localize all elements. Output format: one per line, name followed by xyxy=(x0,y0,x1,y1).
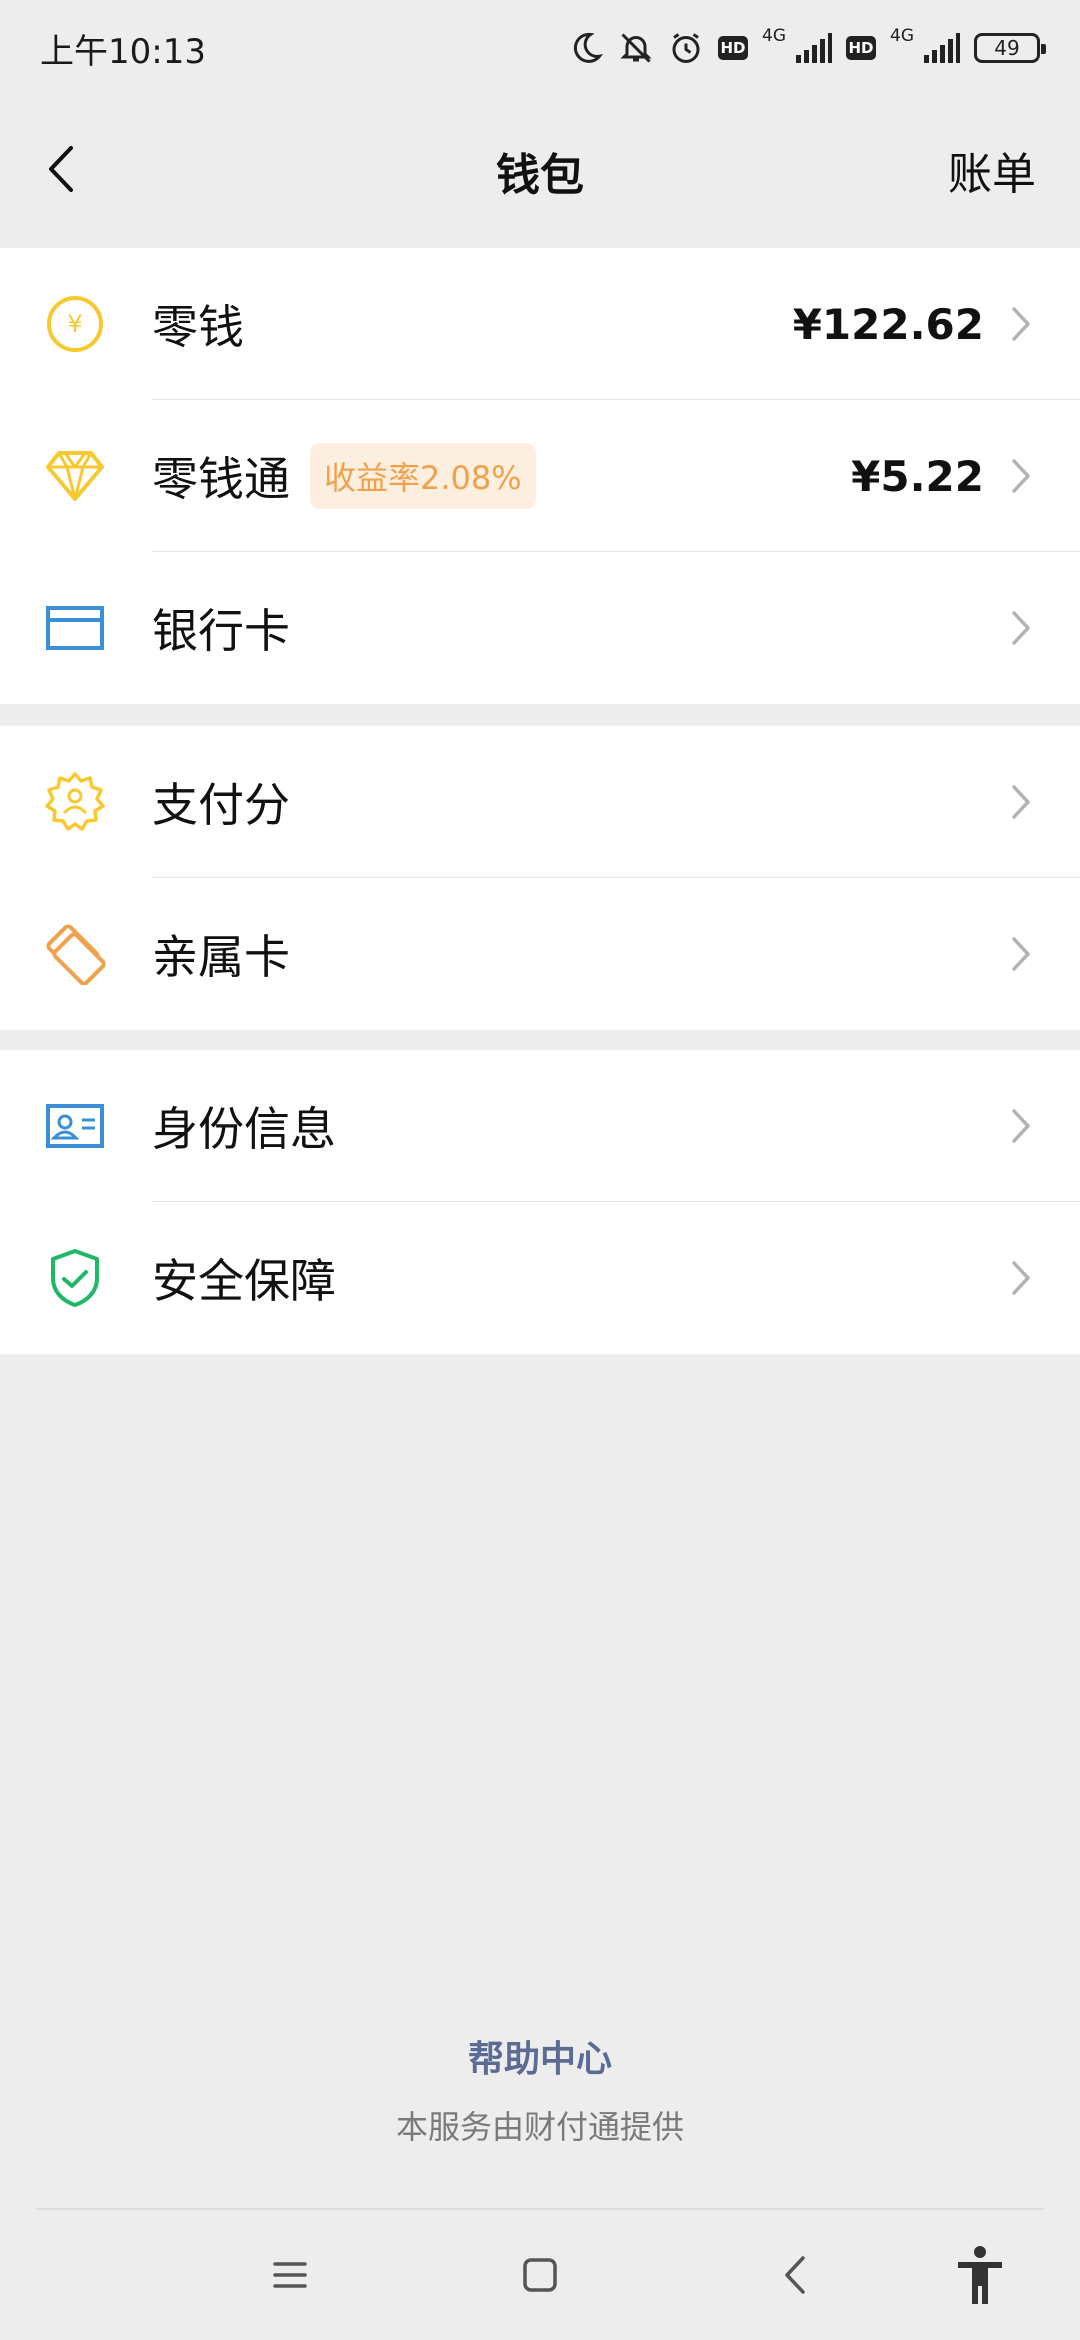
chevron-right-icon xyxy=(1006,1258,1036,1298)
diamond-icon xyxy=(44,445,106,507)
yuan-coin-icon: ¥ xyxy=(44,293,106,355)
battery-indicator: 49 xyxy=(974,33,1046,63)
id-card-icon xyxy=(44,1095,106,1157)
status-bar: 上午10:13 HD 4G HD 4G 49 xyxy=(0,0,1080,96)
bills-link[interactable]: 账单 xyxy=(948,138,1036,202)
list-item-lingqiantong[interactable]: 零钱通 收益率2.08% ¥5.22 xyxy=(0,400,1080,552)
system-back-button[interactable] xyxy=(760,2240,830,2310)
network-type: 4G xyxy=(762,26,786,46)
list-item-bank-card[interactable]: 银行卡 xyxy=(0,552,1080,704)
pay-score-icon xyxy=(44,771,106,833)
item-label: 银行卡 xyxy=(152,604,290,658)
hd-badge: HD xyxy=(846,36,876,60)
network-type: 4G xyxy=(890,26,914,46)
chevron-right-icon xyxy=(1006,304,1036,344)
signal-icon xyxy=(794,33,832,63)
back-button[interactable] xyxy=(30,134,90,204)
home-button[interactable] xyxy=(505,2240,575,2310)
list-item-security[interactable]: 安全保障 xyxy=(0,1202,1080,1354)
service-provider-text: 本服务由财付通提供 xyxy=(395,2108,684,2146)
chevron-left-icon xyxy=(49,146,73,192)
item-label: 安全保障 xyxy=(152,1254,336,1308)
chevron-right-icon xyxy=(1006,934,1036,974)
family-card-icon xyxy=(44,923,106,985)
help-center-link[interactable]: 帮助中心 xyxy=(0,2030,1080,2082)
list-item-identity-info[interactable]: 身份信息 xyxy=(0,1050,1080,1202)
accessibility-button[interactable] xyxy=(945,2240,1015,2310)
accessibility-icon xyxy=(958,2246,1002,2304)
item-label: 零钱通 xyxy=(152,452,290,506)
chevron-right-icon xyxy=(1006,456,1036,496)
item-label: 支付分 xyxy=(152,778,290,832)
status-icons: HD 4G HD 4G 49 xyxy=(568,26,1046,66)
menu-button[interactable] xyxy=(255,2240,325,2310)
bank-card-icon xyxy=(44,597,106,659)
page-title: 钱包 xyxy=(496,150,584,201)
list-item-pay-score[interactable]: 支付分 xyxy=(0,726,1080,878)
chevron-right-icon xyxy=(1006,608,1036,648)
alarm-icon xyxy=(668,30,704,66)
list-item-family-card[interactable]: 亲属卡 xyxy=(0,878,1080,1030)
hd-badge: HD xyxy=(718,36,748,60)
item-value: ¥5.22 xyxy=(851,451,984,501)
list-item-change[interactable]: ¥ 零钱 ¥122.62 xyxy=(0,248,1080,400)
item-label: 身份信息 xyxy=(152,1102,336,1156)
wallet-group-credit: 支付分 亲属卡 xyxy=(0,726,1080,1030)
home-square-icon xyxy=(523,2258,557,2292)
signal-icon xyxy=(922,33,960,63)
system-nav-bar xyxy=(0,2210,1080,2340)
status-time: 上午10:13 xyxy=(40,31,206,72)
bell-off-icon xyxy=(618,30,654,66)
yield-rate-badge: 收益率2.08% xyxy=(310,443,536,509)
wallet-group-account: 身份信息 安全保障 xyxy=(0,1050,1080,1354)
moon-icon xyxy=(568,30,604,66)
navigation-header: 钱包 账单 xyxy=(0,96,1080,246)
item-label: 亲属卡 xyxy=(152,930,290,984)
item-label: 零钱 xyxy=(152,300,244,354)
chevron-right-icon xyxy=(1006,782,1036,822)
back-triangle-icon xyxy=(785,2256,805,2294)
svg-text:¥: ¥ xyxy=(67,310,82,338)
item-value: ¥122.62 xyxy=(792,299,984,349)
menu-icon xyxy=(273,2262,307,2288)
wallet-group-balances: ¥ 零钱 ¥122.62 零钱通 收益率2.08% ¥5.22 银行卡 xyxy=(0,248,1080,704)
shield-check-icon xyxy=(44,1247,106,1309)
chevron-right-icon xyxy=(1006,1106,1036,1146)
